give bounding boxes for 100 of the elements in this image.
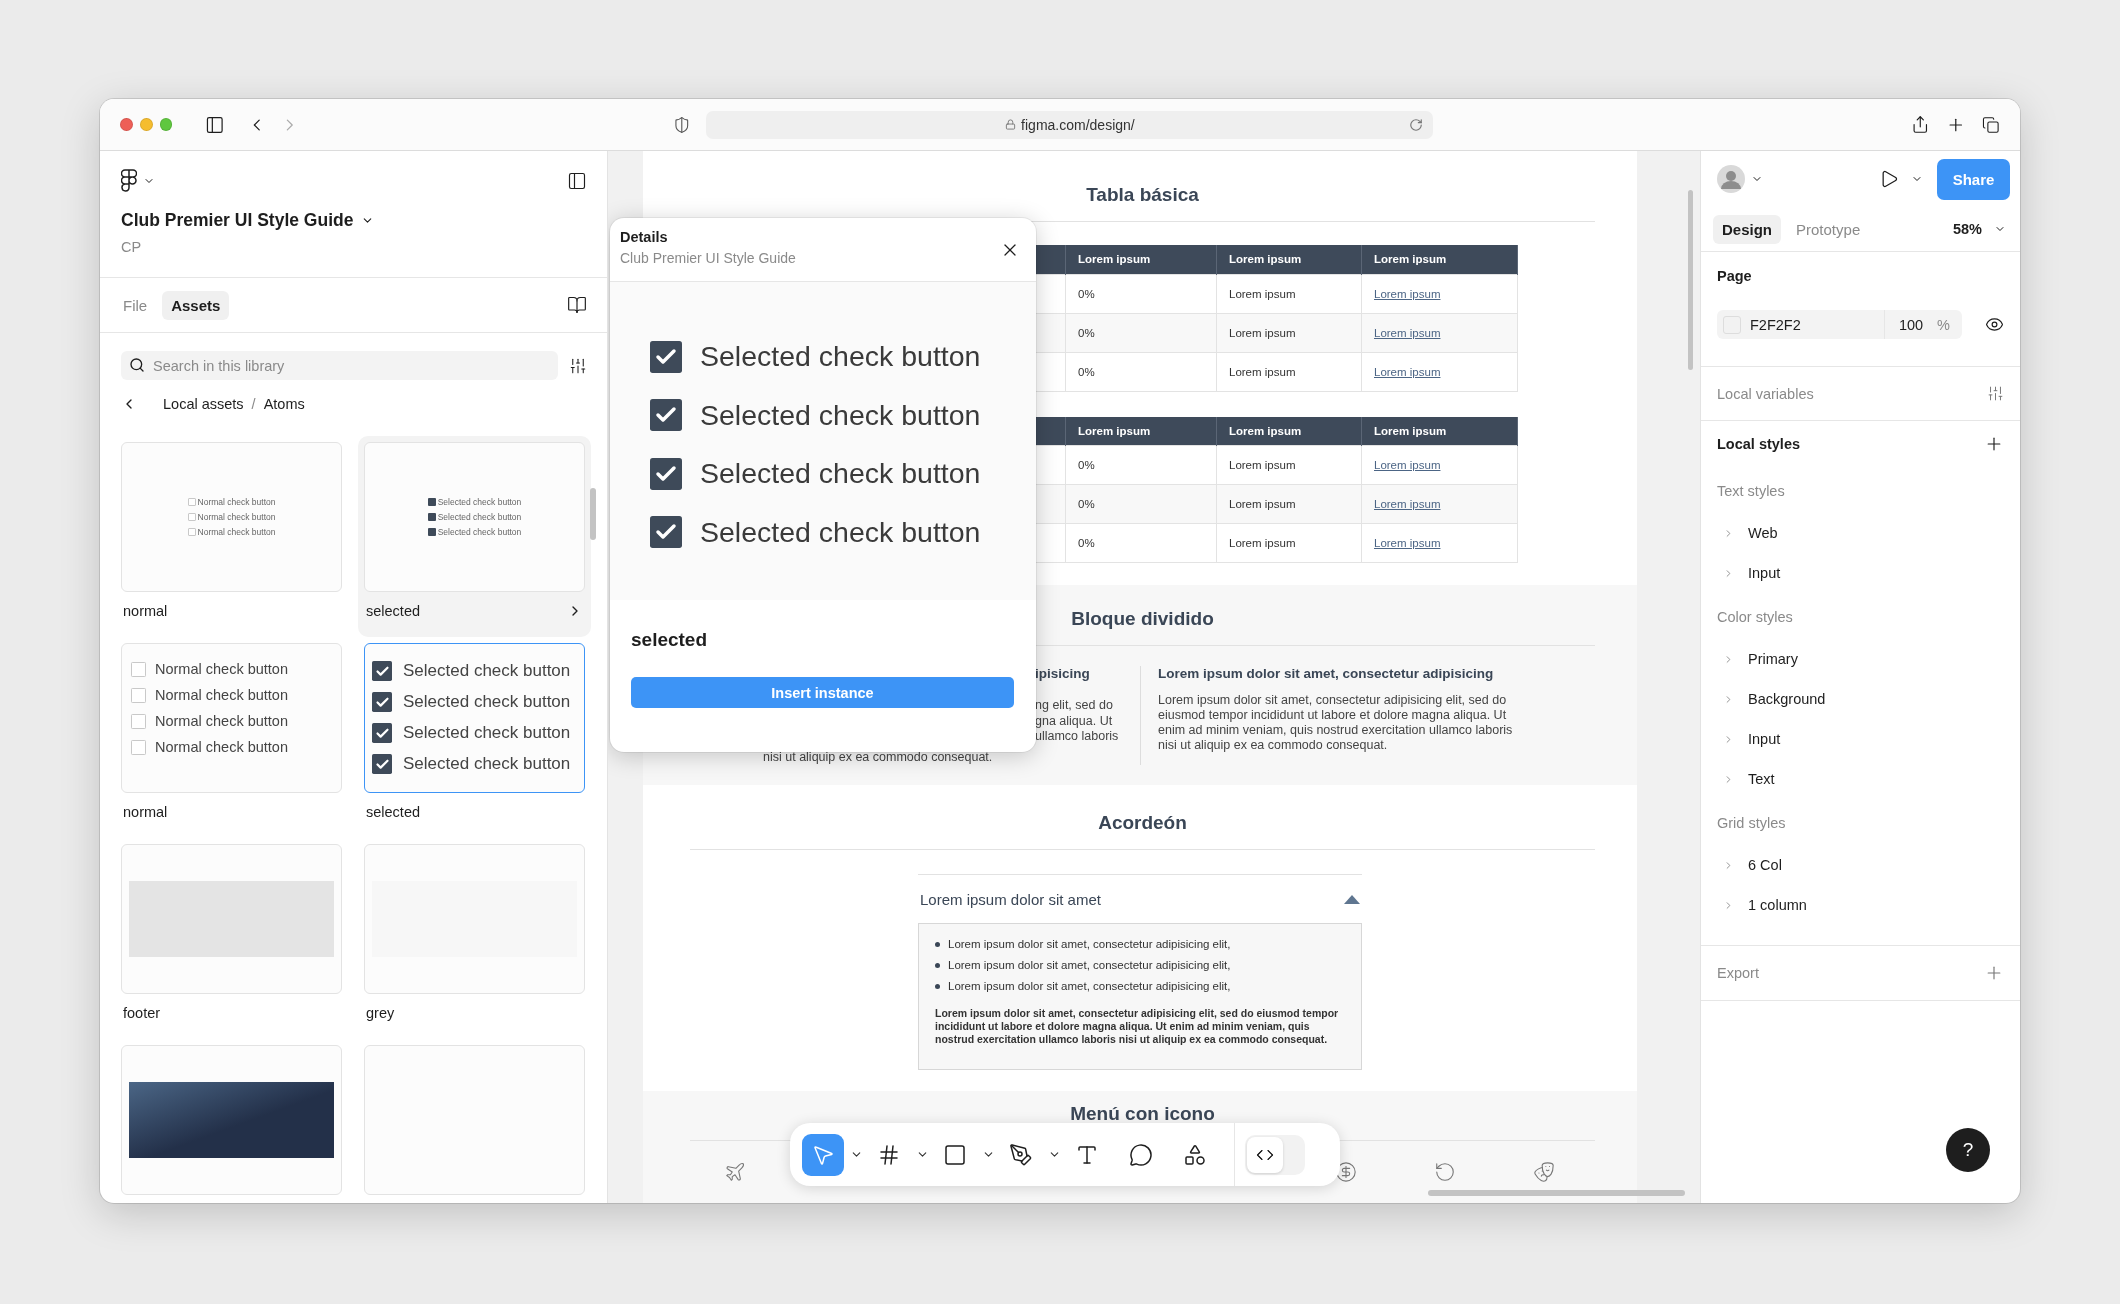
- file-title: Club Premier UI Style Guide: [121, 210, 354, 231]
- shapes-icon: [1183, 1142, 1207, 1167]
- style-item[interactable]: Text: [1717, 759, 2004, 799]
- close-window-control[interactable]: [120, 118, 133, 131]
- breadcrumb-link[interactable]: Local assets: [163, 396, 244, 412]
- table-link[interactable]: Lorem ipsum: [1374, 326, 1441, 339]
- column-header: Lorem ipsum: [1361, 416, 1518, 446]
- component-name: selected: [366, 602, 420, 619]
- component-thumbnail[interactable]: Selected check button Selected check button Selected check button: [364, 442, 585, 592]
- component-thumbnail[interactable]: [364, 1045, 585, 1195]
- accordion-header[interactable]: Lorem ipsum dolor sit amet: [918, 875, 1362, 923]
- table-cell: 0%: [1065, 445, 1217, 485]
- share-icon[interactable]: [1911, 115, 1930, 134]
- style-item[interactable]: 6 Col: [1717, 845, 2004, 885]
- variant-name: selected: [631, 629, 709, 651]
- table-cell: Lorem ipsum: [1216, 352, 1362, 391]
- style-item[interactable]: Input: [1717, 553, 2004, 593]
- sidebar-icon[interactable]: [567, 171, 587, 191]
- panel-tab[interactable]: File: [114, 290, 157, 320]
- tabs-overview-icon[interactable]: [1982, 115, 2001, 134]
- section-heading: Local styles: [1717, 436, 1800, 452]
- table-link[interactable]: Lorem ipsum: [1374, 498, 1441, 510]
- table-cell: 0%: [1065, 484, 1217, 524]
- checkbox-label: Normal check button: [155, 661, 288, 677]
- list-item: Lorem ipsum dolor sit amet, consectetur adipisicing elit,: [948, 938, 1231, 950]
- component-thumbnail[interactable]: Normal check button Normal check button Normal check button Normal check button: [121, 643, 342, 793]
- variables-icon[interactable]: [1987, 385, 2004, 402]
- group-title: Color styles: [1717, 608, 1794, 627]
- component-thumbnail[interactable]: Selected check button Selected check button Selected check button Selected check button: [364, 643, 585, 793]
- dialog-title: Details: [620, 229, 669, 245]
- component-thumbnail[interactable]: Normal check button Normal check button Normal check button: [121, 442, 342, 592]
- panel-tab[interactable]: Design: [1713, 214, 1781, 244]
- book-icon[interactable]: [567, 295, 587, 315]
- address-bar[interactable]: figma.com/design/: [706, 110, 1434, 139]
- checkbox-label: Normal check button: [155, 687, 288, 703]
- shield-icon[interactable]: [672, 115, 691, 134]
- dev-mode-toggle[interactable]: [1245, 1134, 1305, 1175]
- style-item[interactable]: Primary: [1717, 639, 2004, 679]
- fill-field[interactable]: F2F2F2 100 %: [1717, 310, 1962, 339]
- component-name: grey: [366, 1004, 395, 1021]
- dialog-subtitle: Club Premier UI Style Guide: [620, 250, 796, 266]
- paragraph: Lorem ipsum dolor sit amet, consectetur adipisicing elit, sed do eiusmod tempor incididunt ut labore et dolore magna aliqua. Ut enim ad minim veniam, quis nostrud exercitation ullamco laboris nisi ut aliquip ex ea commodo consequat.: [1158, 693, 1514, 753]
- search-field[interactable]: Search in this library: [121, 351, 558, 380]
- plane-icon: [724, 1161, 746, 1184]
- logo-icon: [121, 169, 137, 193]
- table-link[interactable]: Lorem ipsum: [1374, 459, 1441, 471]
- thumbnail-text: Normal check button: [197, 512, 276, 522]
- table-cell: 0%: [1065, 313, 1217, 352]
- bullet-icon: [935, 941, 940, 947]
- thumbnail-text: Selected check button: [437, 512, 522, 522]
- style-item[interactable]: Web: [1717, 513, 2004, 553]
- scrollbar[interactable]: [1428, 1190, 1685, 1196]
- table-cell: 0%: [1065, 523, 1217, 563]
- scrollbar[interactable]: [1688, 190, 1693, 370]
- pen-icon: [1009, 1142, 1033, 1167]
- dollar-coin-icon: [1335, 1161, 1357, 1184]
- component-thumbnail[interactable]: [121, 844, 342, 994]
- component-name: selected: [366, 803, 420, 820]
- table-cell: 0%: [1065, 352, 1217, 391]
- breadcrumb-current: Atoms: [263, 396, 305, 412]
- bullet-icon: [935, 983, 940, 989]
- color-value: F2F2F2: [1750, 316, 1802, 333]
- component-thumbnail[interactable]: [121, 1045, 342, 1195]
- paragraph-line: nisi ut aliquip ex ea commodo consequat.: [763, 749, 994, 765]
- component-name: normal: [123, 602, 168, 619]
- zoom-level[interactable]: 58%: [1952, 221, 1982, 237]
- section-heading: Page: [1717, 268, 1752, 284]
- table-cell: Lorem ipsum: [1216, 445, 1362, 485]
- paragraph-fragment: gna aliqua. Ut: [1035, 713, 1114, 729]
- list-item: Lorem ipsum dolor sit amet, consectetur adipisicing elit,: [948, 959, 1231, 971]
- percent-unit: %: [1937, 316, 1950, 333]
- breadcrumb-separator: /: [251, 396, 256, 412]
- panel-tab[interactable]: Prototype: [1787, 214, 1870, 244]
- sidebar-icon[interactable]: [205, 114, 225, 135]
- panel-tab[interactable]: Assets: [162, 290, 230, 320]
- checkbox-label: Selected check button: [700, 398, 981, 432]
- square-icon: [943, 1142, 967, 1167]
- table-link[interactable]: Lorem ipsum: [1374, 365, 1441, 378]
- filter-icon[interactable]: [569, 356, 587, 375]
- thumbnail-text: Selected check button: [437, 497, 522, 507]
- visibility-icon[interactable]: [1985, 315, 2004, 334]
- frame-icon: [877, 1142, 901, 1167]
- style-item[interactable]: Input: [1717, 719, 2004, 759]
- opacity-value: 100: [1898, 316, 1924, 333]
- thumbnail-text: Normal check button: [197, 527, 276, 537]
- section-heading: Export: [1717, 965, 1759, 981]
- group-title: Grid styles: [1717, 814, 1787, 833]
- style-item[interactable]: 1 column: [1717, 885, 2004, 925]
- section-title: Menú con icono: [1070, 1103, 1215, 1125]
- help-button[interactable]: ?: [1946, 1128, 1990, 1172]
- thumbnail-text: Selected check button: [437, 527, 522, 537]
- table-cell: Lorem ipsum: [1216, 523, 1362, 563]
- reload-icon[interactable]: [1409, 117, 1424, 132]
- group-title: Text styles: [1717, 482, 1786, 501]
- table-link[interactable]: Lorem ipsum: [1374, 287, 1441, 300]
- style-item[interactable]: Background: [1717, 679, 2004, 719]
- table-link[interactable]: Lorem ipsum: [1374, 537, 1441, 549]
- checkbox-label: Selected check button: [700, 340, 981, 373]
- avatar: [1717, 165, 1745, 193]
- scrollbar[interactable]: [590, 488, 596, 540]
